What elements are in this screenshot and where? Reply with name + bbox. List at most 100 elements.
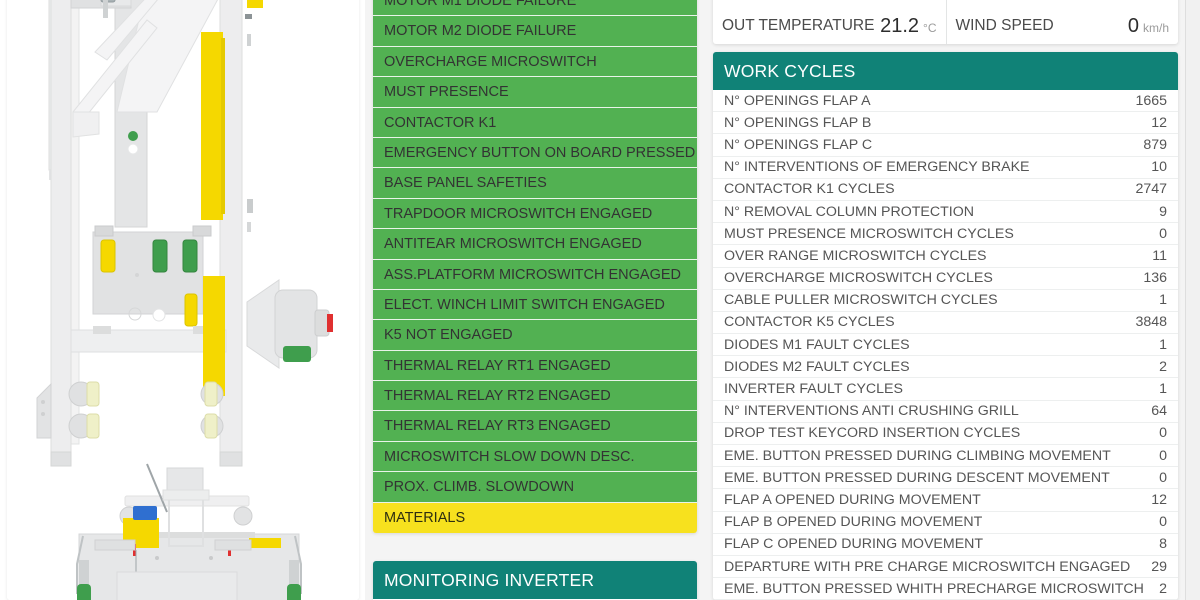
status-row[interactable]: ASS.PLATFORM MICROSWITCH ENGAGED: [373, 259, 697, 290]
status-row-label: MUST PRESENCE: [384, 84, 509, 101]
work-cycle-value: 0: [1159, 469, 1167, 486]
weather-label: OUT TEMPERATURE: [722, 17, 875, 34]
work-cycle-value: 0: [1159, 447, 1167, 464]
work-cycle-value: 29: [1151, 558, 1167, 575]
work-cycle-value: 1: [1159, 336, 1167, 353]
work-cycle-row: DROP TEST KEYCORD INSERTION CYCLES 0: [713, 423, 1178, 445]
work-cycle-label: DIODES M2 FAULT CYCLES: [724, 358, 910, 375]
monitoring-inverter-title: MONITORING INVERTER: [373, 561, 697, 600]
work-cycle-label: N° INTERVENTIONS OF EMERGENCY BRAKE: [724, 159, 1030, 176]
status-row[interactable]: ANTITEAR MICROSWITCH ENGAGED: [373, 229, 697, 260]
work-cycle-value: 1: [1159, 381, 1167, 398]
machine-elevation-diagram: [7, 0, 359, 600]
weather-unit: km/h: [1142, 21, 1169, 35]
work-cycle-label: MUST PRESENCE MICROSWITCH CYCLES: [724, 225, 1014, 242]
work-cycle-label: EME. BUTTON PRESSED DURING CLIMBING MOVE…: [724, 447, 1111, 464]
work-cycle-row: FLAP C OPENED DURING MOVEMENT 8: [713, 534, 1178, 556]
status-row-label: MATERIALS: [384, 509, 466, 526]
work-cycle-value: 12: [1151, 114, 1167, 131]
dashboard-root: MOTOR M1 DIODE FAILURE MOTOR M2 DIODE FAI…: [0, 0, 1200, 600]
work-cycle-value: 0: [1159, 425, 1167, 442]
page-scrollbar[interactable]: [1185, 0, 1200, 600]
work-cycle-label: CONTACTOR K5 CYCLES: [724, 314, 895, 331]
work-cycle-label: EME. BUTTON PRESSED DURING DESCENT MOVEM…: [724, 469, 1110, 486]
status-row[interactable]: MICROSWITCH SLOW DOWN DESC.: [373, 441, 697, 473]
status-row[interactable]: THERMAL RELAY RT3 ENGAGED: [373, 411, 697, 442]
work-cycle-row: FLAP A OPENED DURING MOVEMENT 12: [713, 489, 1178, 512]
work-cycle-row: N° OPENINGS FLAP A 1665: [713, 90, 1178, 113]
work-cycle-row: DEPARTURE WITH PRE CHARGE MICROSWITCH EN…: [713, 556, 1178, 579]
work-cycles-title: WORK CYCLES: [713, 52, 1178, 90]
work-cycle-value: 2747: [1135, 181, 1167, 198]
work-cycle-row: CONTACTOR K1 CYCLES 2747: [713, 179, 1178, 201]
work-cycle-label: N° OPENINGS FLAP B: [724, 114, 872, 131]
work-cycle-label: N° OPENINGS FLAP C: [724, 136, 873, 153]
status-row[interactable]: EMERGENCY BUTTON ON BOARD PRESSED: [373, 137, 697, 169]
status-row-label: K5 NOT ENGAGED: [384, 327, 513, 344]
status-row-label: ANTITEAR MICROSWITCH ENGAGED: [384, 236, 642, 253]
work-cycle-value: 8: [1159, 536, 1167, 553]
work-cycles-panel: WORK CYCLES N° OPENINGS FLAP A 1665 N° OPE…: [713, 52, 1178, 600]
weather-value: 0: [1127, 15, 1139, 37]
work-cycle-label: DROP TEST KEYCORD INSERTION CYCLES: [724, 425, 1021, 442]
weather-cell: OUT TEMPERATURE 21.2 °C: [713, 0, 946, 44]
status-row[interactable]: MATERIALS: [373, 502, 697, 534]
environment-readouts: OUT TEMPERATURE 21.2 °C WIND SPEED 0 km/h: [713, 0, 1178, 44]
work-cycle-value: 64: [1151, 403, 1167, 420]
status-row-label: ELECT. WINCH LIMIT SWITCH ENGAGED: [384, 296, 665, 313]
work-cycle-row: OVER RANGE MICROSWITCH CYCLES 11: [713, 245, 1178, 268]
status-row[interactable]: THERMAL RELAY RT1 ENGAGED: [373, 350, 697, 382]
status-row[interactable]: ELECT. WINCH LIMIT SWITCH ENGAGED: [373, 289, 697, 321]
work-cycle-row: N° OPENINGS FLAP B 12: [713, 112, 1178, 135]
status-row[interactable]: PROX. CLIMB. SLOWDOWN: [373, 472, 697, 503]
work-cycle-row: MUST PRESENCE MICROSWITCH CYCLES 0: [713, 223, 1178, 246]
status-row[interactable]: MOTOR M1 DIODE FAILURE: [373, 0, 697, 17]
work-cycle-value: 0: [1159, 514, 1167, 531]
weather-unit: °C: [923, 21, 937, 35]
monitoring-inverter-panel: MONITORING INVERTER MAIN VOLTAGE FEEDER …: [373, 561, 697, 600]
status-row-label: CONTACTOR K1: [384, 114, 497, 131]
work-cycle-value: 9: [1159, 203, 1167, 220]
work-cycle-row: DIODES M1 FAULT CYCLES 1: [713, 334, 1178, 357]
work-cycle-label: FLAP C OPENED DURING MOVEMENT: [724, 536, 984, 553]
work-cycle-value: 2: [1159, 358, 1167, 375]
work-cycle-label: CABLE PULLER MICROSWITCH CYCLES: [724, 292, 998, 309]
work-cycle-row: EME. BUTTON PRESSED DURING CLIMBING MOVE…: [713, 445, 1178, 468]
telemetry-column: OUT TEMPERATURE 21.2 °C WIND SPEED 0 km/h WOR…: [705, 0, 1200, 600]
status-column: MOTOR M1 DIODE FAILURE MOTOR M2 DIODE FAI…: [365, 0, 705, 600]
status-row-label: TRAPDOOR MICROSWITCH ENGAGED: [384, 205, 653, 222]
status-row-label: BASE PANEL SAFETIES: [384, 175, 547, 192]
status-row[interactable]: BASE PANEL SAFETIES: [373, 168, 697, 199]
status-row-label: THERMAL RELAY RT1 ENGAGED: [384, 357, 611, 374]
status-row[interactable]: MOTOR M2 DIODE FAILURE: [373, 16, 697, 47]
work-cycle-label: INVERTER FAULT CYCLES: [724, 381, 903, 398]
work-cycle-value: 0: [1159, 225, 1167, 242]
alarms-and-status-list: MOTOR M1 DIODE FAILURE MOTOR M2 DIODE FAI…: [373, 0, 697, 534]
status-row-label: PROX. CLIMB. SLOWDOWN: [384, 479, 575, 496]
status-row[interactable]: K5 NOT ENGAGED: [373, 320, 697, 351]
work-cycle-label: FLAP A OPENED DURING MOVEMENT: [724, 491, 981, 508]
status-row-label: MOTOR M1 DIODE FAILURE: [384, 0, 577, 9]
machine-illustration-card[interactable]: [7, 0, 359, 600]
work-cycle-value: 11: [1152, 247, 1167, 264]
status-row[interactable]: MUST PRESENCE: [373, 77, 697, 108]
weather-label: WIND SPEED: [955, 17, 1054, 34]
status-row-label: MICROSWITCH SLOW DOWN DESC.: [384, 448, 635, 465]
work-cycle-value: 12: [1151, 491, 1167, 508]
work-cycle-row: EME. BUTTON PRESSED WHITH PRECHARGE MICR…: [713, 578, 1178, 600]
status-row[interactable]: CONTACTOR K1: [373, 107, 697, 138]
weather-value-group: 0 km/h: [1128, 16, 1169, 36]
work-cycle-row: N° OPENINGS FLAP C 879: [713, 134, 1178, 157]
status-row[interactable]: OVERCHARGE MICROSWITCH: [373, 46, 697, 78]
weather-value-group: 21.2 °C: [880, 16, 936, 36]
work-cycle-value: 879: [1143, 136, 1167, 153]
work-cycle-label: EME. BUTTON PRESSED WHITH PRECHARGE MICR…: [724, 580, 1144, 597]
work-cycle-row: N° INTERVENTIONS OF EMERGENCY BRAKE 10: [713, 157, 1178, 179]
status-row[interactable]: THERMAL RELAY RT2 ENGAGED: [373, 381, 697, 412]
work-cycle-row: INVERTER FAULT CYCLES 1: [713, 378, 1178, 401]
work-cycle-label: N° OPENINGS FLAP A: [724, 92, 871, 109]
work-cycle-label: N° INTERVENTIONS ANTI CRUSHING GRILL: [724, 403, 1019, 420]
status-row[interactable]: TRAPDOOR MICROSWITCH ENGAGED: [373, 198, 697, 230]
status-row-label: EMERGENCY BUTTON ON BOARD PRESSED: [384, 144, 696, 161]
work-cycle-label: CONTACTOR K1 CYCLES: [724, 181, 895, 198]
